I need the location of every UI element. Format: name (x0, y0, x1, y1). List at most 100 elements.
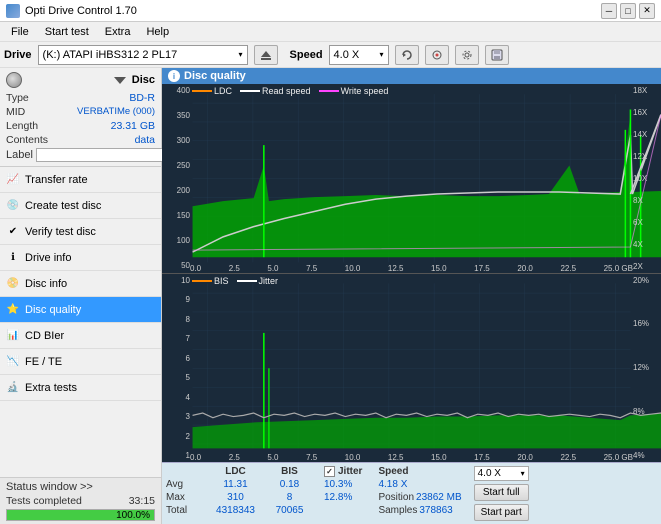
legend-bis-label: BIS (214, 276, 229, 286)
max-ldc-value: 310 (208, 492, 263, 503)
eject-button[interactable] (254, 45, 278, 65)
speed-select[interactable]: 4.0 X ▾ (329, 45, 389, 65)
status-window-button[interactable]: Status window >> (6, 481, 155, 493)
close-button[interactable]: ✕ (639, 3, 655, 19)
bottom-chart-svg (162, 274, 661, 463)
sidebar-item-label-extra-tests: Extra tests (25, 382, 77, 394)
charts-container: LDC Read speed Write speed (162, 84, 661, 462)
sidebar-item-label-create-test-disc: Create test disc (25, 200, 101, 212)
status-section: Status window >> Tests completed 33:15 1… (0, 477, 161, 524)
disc-mid-row: MID VERBATIMe (000) (6, 106, 155, 118)
position-label: Position (378, 492, 414, 503)
main-layout: Disc Type BD-R MID VERBATIMe (000) Lengt… (0, 68, 661, 524)
legend-bis: BIS (192, 276, 229, 286)
sidebar-item-label-verify-test-disc: Verify test disc (25, 226, 96, 238)
top-chart: LDC Read speed Write speed (162, 84, 661, 274)
sidebar-menu: 📈 Transfer rate 💿 Create test disc ✔ Ver… (0, 167, 161, 477)
eject-icon (260, 49, 272, 61)
cd-bier-icon: 📊 (6, 329, 20, 343)
sidebar-item-disc-info[interactable]: 📀 Disc info (0, 271, 161, 297)
save-button[interactable] (485, 45, 509, 65)
menu-extra[interactable]: Extra (98, 25, 138, 39)
bottom-chart-legend: BIS Jitter (192, 276, 278, 286)
fe-te-icon: 📉 (6, 355, 20, 369)
start-part-button[interactable]: Start part (474, 504, 529, 521)
maximize-button[interactable]: □ (620, 3, 636, 19)
settings-button[interactable] (455, 45, 479, 65)
minimize-button[interactable]: ─ (601, 3, 617, 19)
menu-file[interactable]: File (4, 25, 36, 39)
sidebar-item-transfer-rate[interactable]: 📈 Transfer rate (0, 167, 161, 193)
legend-write-speed-label: Write speed (341, 86, 389, 96)
sidebar-item-create-test-disc[interactable]: 💿 Create test disc (0, 193, 161, 219)
bottom-x-axis: 0.0 2.5 5.0 7.5 10.0 12.5 15.0 17.5 20.0… (190, 453, 633, 462)
disc-header: Disc (6, 72, 155, 88)
legend-read-speed-label: Read speed (262, 86, 311, 96)
disc-label-row: Label ✎ (6, 148, 155, 162)
menu-help[interactable]: Help (139, 25, 176, 39)
disc-panel: Disc Type BD-R MID VERBATIMe (000) Lengt… (0, 68, 161, 167)
drive-select[interactable]: (K:) ATAPI iHBS312 2 PL17 ▾ (38, 45, 248, 65)
transfer-rate-icon: 📈 (6, 173, 20, 187)
disc-arrow-icon (112, 72, 128, 88)
speed-dropdown-arrow: ▾ (380, 50, 384, 59)
top-chart-legend: LDC Read speed Write speed (192, 86, 388, 96)
chart-title: Disc quality (184, 70, 246, 82)
sidebar-item-label-drive-info: Drive info (25, 252, 71, 264)
write-button[interactable] (425, 45, 449, 65)
app-icon (6, 4, 20, 18)
legend-jitter: Jitter (237, 276, 279, 286)
menubar: File Start test Extra Help (0, 22, 661, 42)
max-jitter-value: 12.8% (324, 492, 362, 503)
disc-section-label: Disc (132, 74, 155, 86)
write-speed-color (319, 90, 339, 92)
position-value: 23862 MB (416, 492, 462, 503)
read-speed-color (240, 90, 260, 92)
stats-jitter-section: ✓ Jitter 10.3% 12.8% (324, 466, 362, 521)
app-title: Opti Drive Control 1.70 (25, 5, 137, 17)
disc-type-value: BD-R (129, 92, 155, 104)
sidebar-item-fe-te[interactable]: 📉 FE / TE (0, 349, 161, 375)
disc-type-label: Type (6, 92, 29, 104)
disc-length-row: Length 23.31 GB (6, 120, 155, 132)
stats-ldc-header: LDC (208, 466, 263, 477)
write-icon (431, 49, 443, 61)
stats-empty (166, 466, 204, 477)
start-full-button[interactable]: Start full (474, 484, 529, 501)
sidebar-item-disc-quality[interactable]: ⭐ Disc quality (0, 297, 161, 323)
avg-speed-value: 4.18 X (378, 479, 461, 490)
max-bis-value: 8 (267, 492, 312, 503)
total-bis-value: 70065 (267, 505, 312, 516)
disc-mid-label: MID (6, 106, 25, 118)
ldc-color (192, 90, 212, 92)
verify-test-disc-icon: ✔ (6, 225, 20, 239)
menu-start-test[interactable]: Start test (38, 25, 96, 39)
sidebar-item-extra-tests[interactable]: 🔬 Extra tests (0, 375, 161, 401)
sidebar-item-cd-bier[interactable]: 📊 CD BIer (0, 323, 161, 349)
drive-info-icon: ℹ (6, 251, 20, 265)
disc-length-value: 23.31 GB (111, 120, 155, 132)
status-text: Tests completed (6, 495, 82, 507)
speed-dropdown-arrow: ▾ (521, 469, 525, 478)
drivebar: Drive (K:) ATAPI iHBS312 2 PL17 ▾ Speed … (0, 42, 661, 68)
top-y-axis-left: 400 350 300 250 200 150 100 50 (162, 84, 190, 273)
speed-dropdown[interactable]: 4.0 X ▾ (474, 466, 529, 481)
avg-label: Avg (166, 479, 204, 490)
titlebar-controls: ─ □ ✕ (601, 3, 655, 19)
sidebar-item-label-disc-quality: Disc quality (25, 304, 81, 316)
jitter-checkbox[interactable]: ✓ (324, 466, 335, 477)
speed-header: Speed (378, 466, 461, 477)
disc-type-row: Type BD-R (6, 92, 155, 104)
sidebar-item-label-disc-info: Disc info (25, 278, 67, 290)
stats-bis-header: BIS (267, 466, 312, 477)
sidebar-item-verify-test-disc[interactable]: ✔ Verify test disc (0, 219, 161, 245)
avg-bis-value: 0.18 (267, 479, 312, 490)
titlebar: Opti Drive Control 1.70 ─ □ ✕ (0, 0, 661, 22)
sidebar-item-drive-info[interactable]: ℹ Drive info (0, 245, 161, 271)
top-y-axis-right: 18X 16X 14X 12X 10X 8X 6X 4X 2X (633, 84, 661, 273)
drive-dropdown-arrow: ▾ (239, 50, 243, 59)
disc-label-input[interactable] (36, 148, 170, 162)
settings-icon (461, 49, 473, 61)
legend-ldc-label: LDC (214, 86, 232, 96)
refresh-button[interactable] (395, 45, 419, 65)
